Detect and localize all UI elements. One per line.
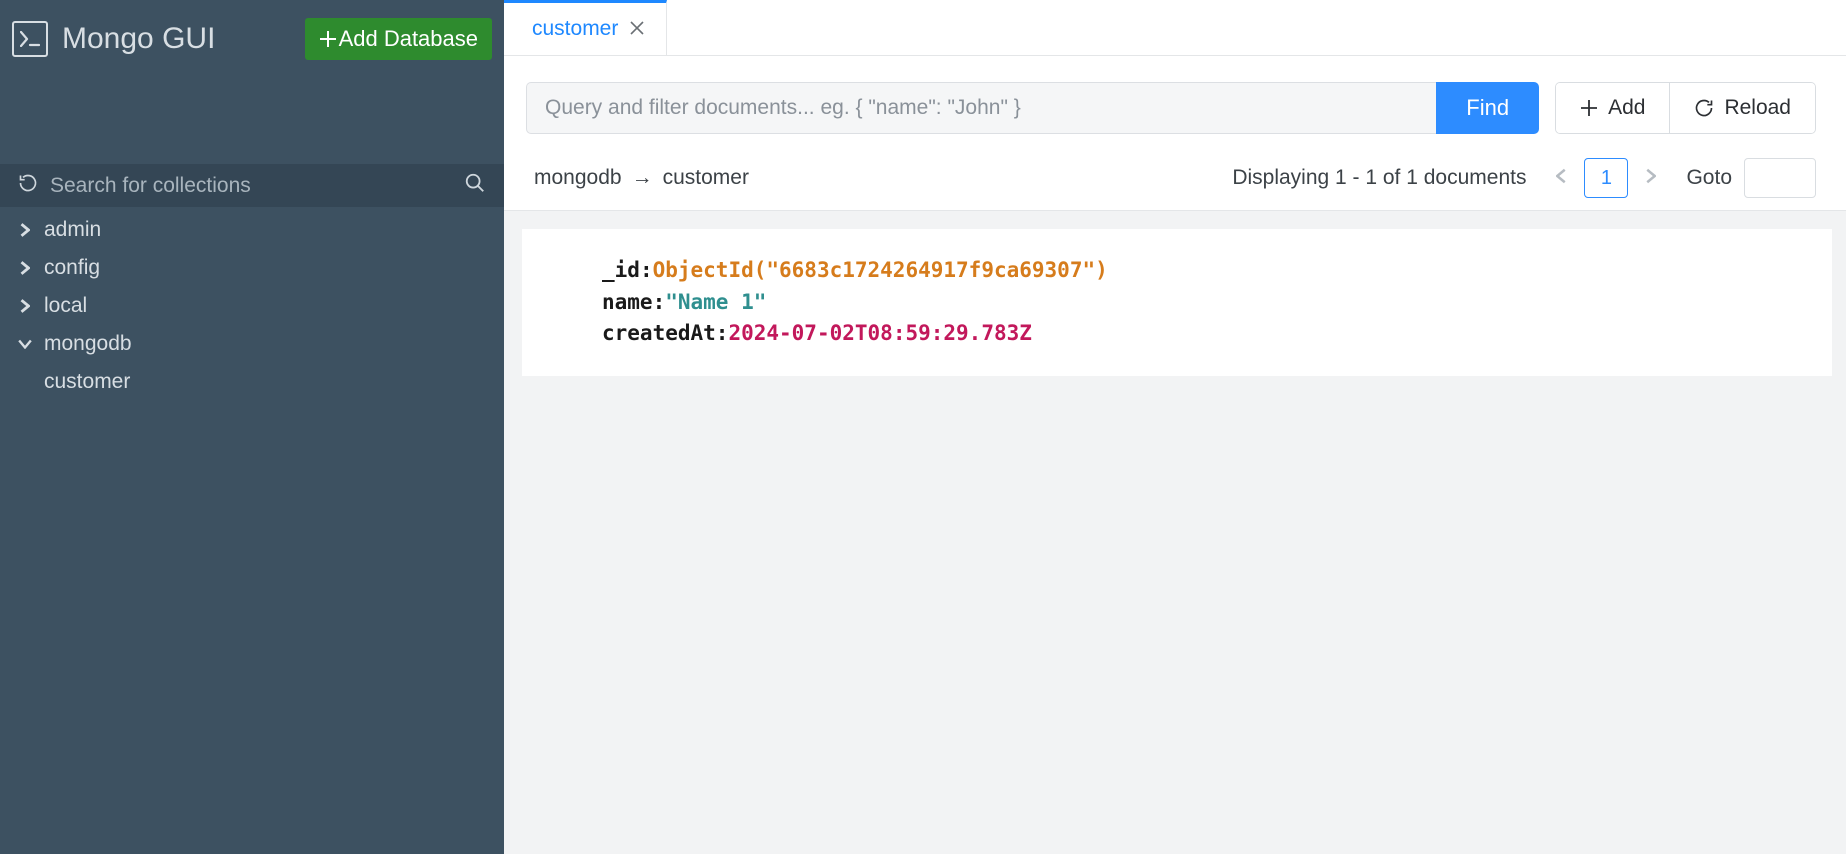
tab-label: customer — [532, 17, 618, 41]
query-bar: Find Add Reload — [504, 56, 1846, 152]
document-card[interactable]: _id:ObjectId("6683c1724264917f9ca69307")… — [522, 229, 1832, 376]
tabstrip: customer — [504, 0, 1846, 56]
sidebar-header: Mongo GUI Add Database — [0, 0, 504, 76]
db-item-config[interactable]: config — [0, 249, 504, 287]
db-label: config — [44, 256, 100, 280]
sidebar: Mongo GUI Add Database admin — [0, 0, 504, 854]
collection-search — [0, 164, 504, 207]
sidebar-spacer — [0, 76, 504, 164]
db-item-mongodb[interactable]: mongodb — [0, 325, 504, 363]
query-input[interactable] — [526, 82, 1436, 134]
breadcrumb: mongodb → customer — [534, 166, 749, 190]
arrow-right-icon: → — [632, 166, 653, 190]
db-label: local — [44, 294, 87, 318]
db-label: mongodb — [44, 332, 132, 356]
breadcrumb-collection: customer — [663, 166, 749, 190]
pager: Goto — [1550, 158, 1816, 198]
chevron-right-icon — [18, 261, 32, 275]
db-item-admin[interactable]: admin — [0, 211, 504, 249]
terminal-icon — [12, 21, 48, 57]
chevron-right-icon — [18, 223, 32, 237]
goto-label: Goto — [1686, 166, 1732, 190]
result-status: Displaying 1 - 1 of 1 documents — [1232, 166, 1526, 190]
collection-search-input[interactable] — [50, 174, 452, 198]
app-title: Mongo GUI — [62, 22, 291, 56]
query-input-wrap: Find — [526, 82, 1539, 134]
doc-field-createdat: createdAt:2024-07-02T08:59:29.783Z — [602, 318, 1798, 350]
collection-item-customer[interactable]: customer — [0, 363, 504, 401]
db-label: admin — [44, 218, 101, 242]
chevron-down-icon — [18, 339, 32, 349]
add-database-button[interactable]: Add Database — [305, 18, 492, 60]
next-page-button[interactable] — [1640, 164, 1662, 193]
reload-label: Reload — [1724, 96, 1791, 120]
doc-field-name: name:"Name 1" — [602, 287, 1798, 319]
doc-field-id: _id:ObjectId("6683c1724264917f9ca69307") — [602, 255, 1798, 287]
goto-input[interactable] — [1744, 158, 1816, 198]
breadcrumb-db: mongodb — [534, 166, 622, 190]
add-button[interactable]: Add — [1556, 83, 1669, 133]
reload-icon — [1694, 98, 1714, 118]
document-area: _id:ObjectId("6683c1724264917f9ca69307")… — [504, 211, 1846, 854]
plus-icon — [319, 30, 337, 48]
search-icon[interactable] — [464, 172, 486, 199]
path-bar: mongodb → customer Displaying 1 - 1 of 1… — [504, 152, 1846, 211]
add-label: Add — [1608, 96, 1645, 120]
page-number-input[interactable] — [1584, 158, 1628, 198]
find-button[interactable]: Find — [1436, 82, 1539, 134]
database-tree: admin config local mongodb customer — [0, 207, 504, 401]
close-icon[interactable] — [630, 19, 644, 40]
action-button-group: Add Reload — [1555, 82, 1816, 134]
prev-page-button[interactable] — [1550, 164, 1572, 193]
add-database-label: Add Database — [339, 26, 478, 52]
main: customer Find Add Relo — [504, 0, 1846, 854]
chevron-right-icon — [18, 299, 32, 313]
db-item-local[interactable]: local — [0, 287, 504, 325]
tab-customer[interactable]: customer — [504, 0, 667, 55]
plus-icon — [1580, 99, 1598, 117]
reload-button[interactable]: Reload — [1669, 83, 1815, 133]
collection-label: customer — [44, 370, 130, 394]
refresh-icon[interactable] — [18, 173, 38, 198]
